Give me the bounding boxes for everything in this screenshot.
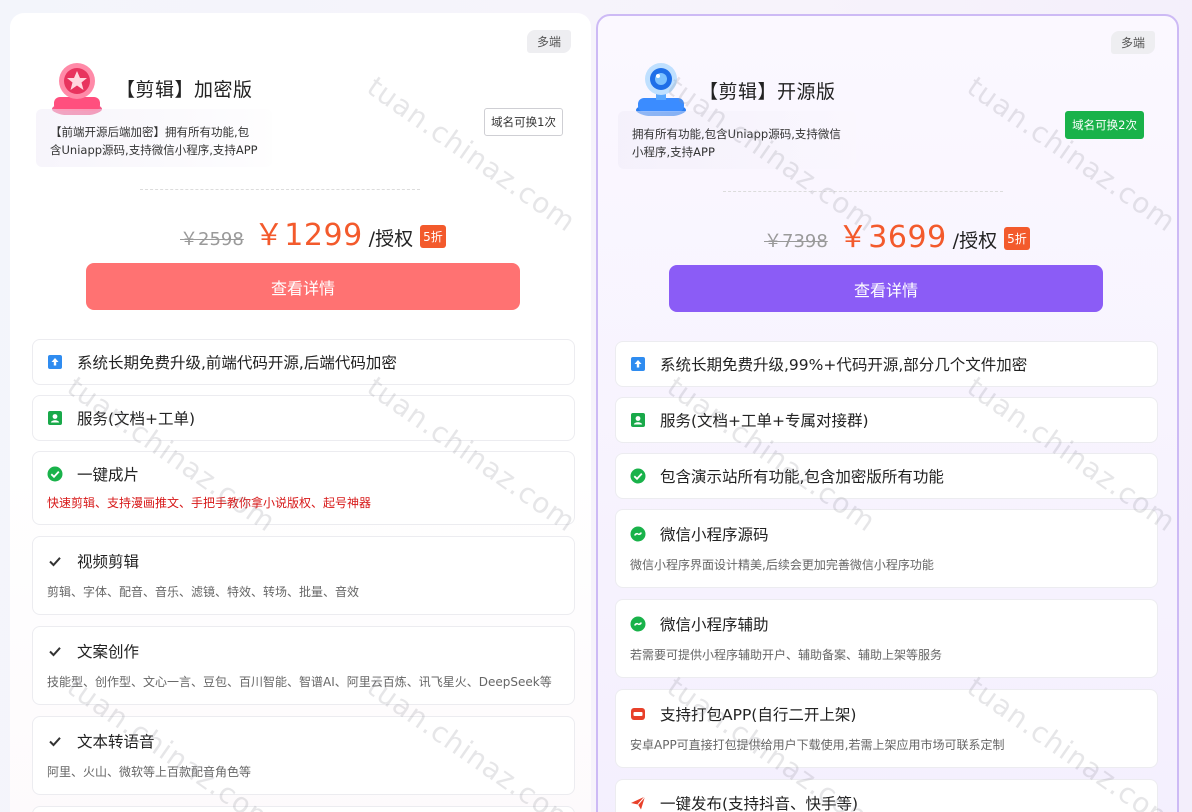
feature-title: 文本转语音 — [77, 733, 155, 751]
feature-title: 服务(文档+工单) — [77, 410, 196, 428]
feature-item: 系统长期免费升级,99%+代码开源,部分几个文件加密 — [615, 341, 1158, 387]
feature-item: 文本转语音 阿里、火山、微软等上百款配音角色等 — [32, 716, 575, 795]
plan-description: 拥有所有功能,包含Uniapp源码,支持微信小程序,支持APP — [618, 111, 856, 169]
feature-item — [32, 806, 575, 812]
feature-title: 包含演示站所有功能,包含加密版所有功能 — [660, 468, 944, 486]
globe-trophy-icon — [636, 63, 686, 116]
feature-title: 微信小程序辅助 — [660, 616, 769, 634]
feature-subtitle: 微信小程序界面设计精美,后续会更加完善微信小程序功能 — [630, 558, 934, 572]
plan-card-encrypted: 多端 【剪辑】加密版 【前端开源后端加密】拥有所有功能,包含Uniapp源码,支… — [10, 13, 591, 812]
feature-subtitle: 若需要可提供小程序辅助开户、辅助备案、辅助上架等服务 — [630, 648, 943, 662]
platform-badge: 多端 — [526, 30, 571, 53]
upgrade-icon — [48, 355, 62, 369]
upgrade-icon — [631, 357, 645, 371]
divider — [723, 191, 1003, 192]
discount-badge: 5折 — [420, 225, 446, 248]
feature-item: 微信小程序源码 微信小程序界面设计精美,后续会更加完善微信小程序功能 — [615, 509, 1158, 588]
feature-title: 一键发布(支持抖音、快手等) — [660, 795, 859, 812]
feature-title: 系统长期免费升级,前端代码开源,后端代码加密 — [77, 354, 397, 372]
view-details-button[interactable]: 查看详情 — [669, 265, 1103, 312]
check-icon — [49, 647, 61, 657]
app-icon — [631, 708, 645, 720]
price-row: ￥7398 ￥3699 /授权 5折 — [764, 212, 1030, 256]
feature-item: 一键成片 快速剪辑、支持漫画推文、手把手教你拿小说版权、起号神器 — [32, 451, 575, 525]
plan-description: 【前端开源后端加密】拥有所有功能,包含Uniapp源码,支持微信小程序,支持AP… — [36, 109, 272, 167]
feature-subtitle: 剪辑、字体、配音、音乐、滤镜、特效、转场、批量、音效 — [47, 585, 360, 599]
view-details-button[interactable]: 查看详情 — [86, 263, 520, 310]
sale-price: ￥3699 — [837, 220, 947, 255]
domain-change-tag: 域名可换1次 — [484, 108, 563, 136]
feature-item: 系统长期免费升级,前端代码开源,后端代码加密 — [32, 339, 575, 385]
service-icon — [631, 413, 645, 427]
feature-title: 视频剪辑 — [77, 553, 140, 571]
feature-title: 一键成片 — [77, 466, 140, 484]
original-price: ￥2598 — [180, 229, 244, 250]
feature-item: 包含演示站所有功能,包含加密版所有功能 — [615, 453, 1158, 499]
check-icon — [49, 557, 61, 567]
feature-item: 服务(文档+工单+专属对接群) — [615, 397, 1158, 443]
miniprogram-icon — [630, 526, 646, 542]
check-circle-icon — [47, 466, 63, 482]
price-row: ￥2598 ￥1299 /授权 5折 — [180, 210, 446, 254]
miniprogram-icon — [630, 616, 646, 632]
send-icon — [631, 796, 646, 810]
check-circle-icon — [630, 468, 646, 484]
medal-icon — [52, 63, 102, 115]
plan-title: 【剪辑】加密版 — [116, 79, 253, 101]
check-icon — [49, 737, 61, 747]
sale-price: ￥1299 — [253, 218, 363, 253]
feature-item: 文案创作 技能型、创作型、文心一言、豆包、百川智能、智谱AI、阿里云百炼、讯飞星… — [32, 626, 575, 705]
service-icon — [48, 411, 62, 425]
feature-subtitle: 技能型、创作型、文心一言、豆包、百川智能、智谱AI、阿里云百炼、讯飞星火、Dee… — [47, 675, 552, 689]
feature-title: 支持打包APP(自行二开上架) — [660, 706, 857, 724]
feature-item: 服务(文档+工单) — [32, 395, 575, 441]
feature-item: 支持打包APP(自行二开上架) 安卓APP可直接打包提供给用户下载使用,若需上架… — [615, 689, 1158, 768]
feature-title: 服务(文档+工单+专属对接群) — [660, 412, 869, 430]
feature-item: 一键发布(支持抖音、快手等) — [615, 779, 1158, 812]
feature-subtitle: 阿里、火山、微软等上百款配音角色等 — [47, 765, 252, 779]
price-unit: /授权 — [368, 228, 414, 250]
feature-title: 微信小程序源码 — [660, 526, 769, 544]
original-price: ￥7398 — [764, 231, 828, 252]
plan-card-opensource: 多端 【剪辑】开源版 拥有所有功能,包含Uniapp源码,支持微信小程序,支持A… — [596, 14, 1179, 812]
feature-title: 文案创作 — [77, 643, 140, 661]
feature-subtitle: 安卓APP可直接打包提供给用户下载使用,若需上架应用市场可联系定制 — [630, 738, 1005, 752]
divider — [140, 189, 420, 190]
discount-badge: 5折 — [1004, 227, 1030, 250]
feature-title: 系统长期免费升级,99%+代码开源,部分几个文件加密 — [660, 356, 1028, 374]
feature-subtitle: 快速剪辑、支持漫画推文、手把手教你拿小说版权、起号神器 — [47, 496, 372, 510]
plan-title: 【剪辑】开源版 — [699, 81, 836, 103]
feature-item: 微信小程序辅助 若需要可提供小程序辅助开户、辅助备案、辅助上架等服务 — [615, 599, 1158, 678]
price-unit: /授权 — [952, 230, 998, 252]
domain-change-tag: 域名可换2次 — [1065, 111, 1144, 139]
feature-item: 视频剪辑 剪辑、字体、配音、音乐、滤镜、特效、转场、批量、音效 — [32, 536, 575, 615]
platform-badge: 多端 — [1110, 31, 1155, 54]
